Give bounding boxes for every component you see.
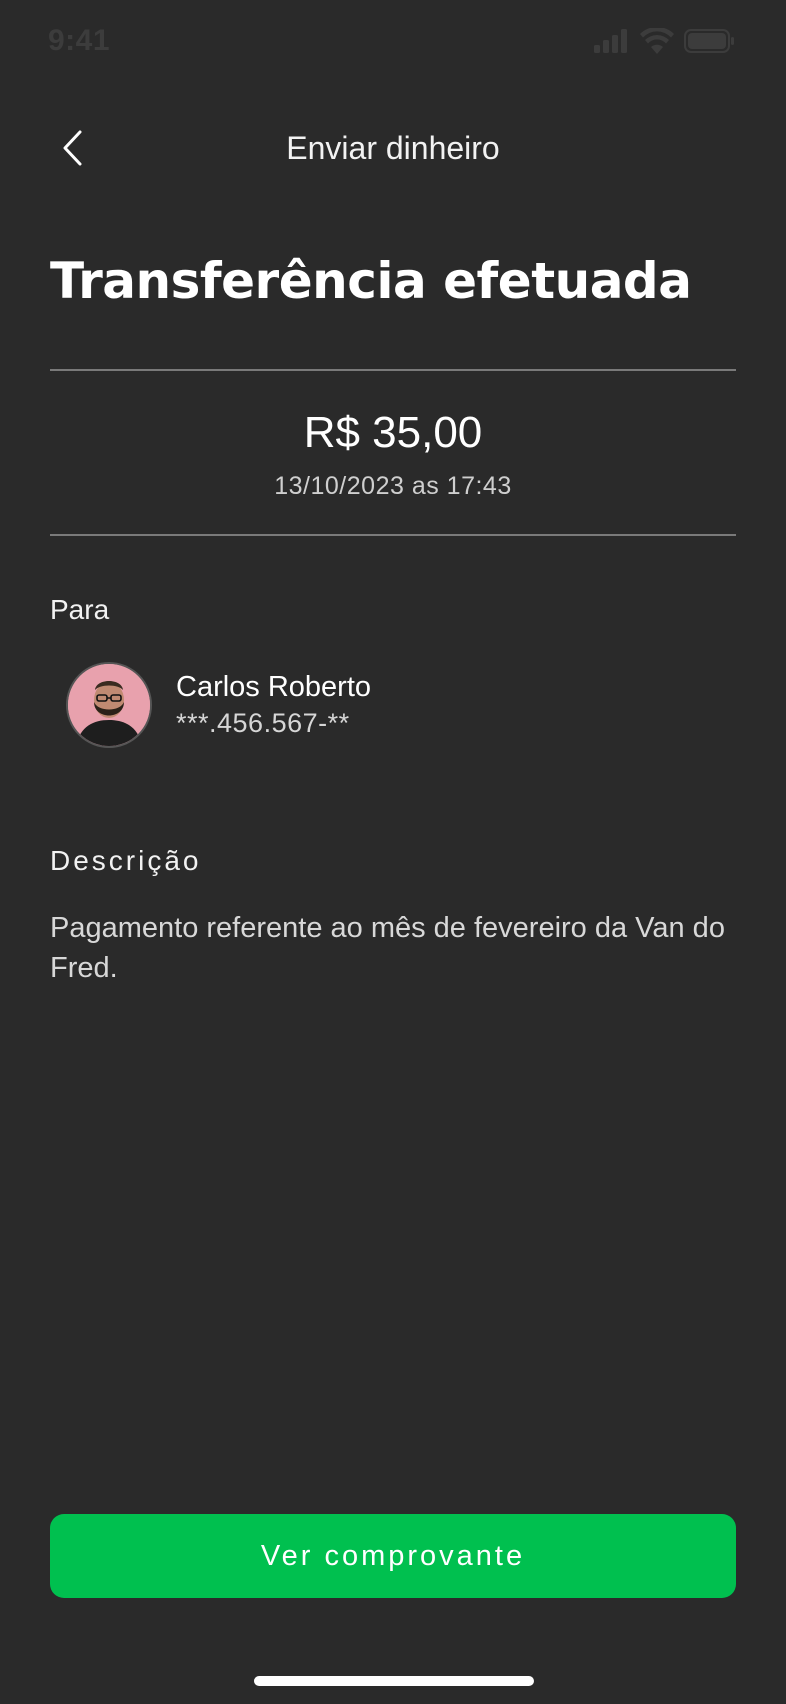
view-receipt-button[interactable]: Ver comprovante <box>50 1514 736 1598</box>
recipient-label: Para <box>50 594 110 625</box>
recipient-card: Carlos Roberto ***.456.567-** <box>66 662 371 748</box>
page-title: Transferência efetuada <box>50 252 692 310</box>
description-label: Descrição <box>50 845 202 876</box>
transfer-amount: R$ 35,00 <box>303 408 483 457</box>
transfer-datetime: 13/10/2023 as 17:43 <box>274 472 512 500</box>
divider-bottom <box>50 534 736 536</box>
recipient-document: ***.456.567-** <box>176 708 350 738</box>
signal-icon <box>594 29 630 58</box>
recipient-name: Carlos Roberto <box>176 671 372 703</box>
divider-top <box>50 369 736 371</box>
avatar <box>66 662 152 748</box>
recipient-info: Carlos Roberto ***.456.567-** <box>176 671 371 739</box>
description-text: Pagamento referente ao mês de fevereiro … <box>50 912 725 984</box>
wifi-icon <box>640 26 674 59</box>
status-icons <box>594 26 736 59</box>
nav-title: Enviar dinheiro <box>286 130 500 166</box>
battery-icon <box>684 28 736 59</box>
status-bar: 9:41 <box>0 0 786 86</box>
nav-bar: Enviar dinheiro <box>0 110 786 190</box>
status-time: 9:41 <box>48 24 111 57</box>
home-indicator <box>254 1676 534 1686</box>
